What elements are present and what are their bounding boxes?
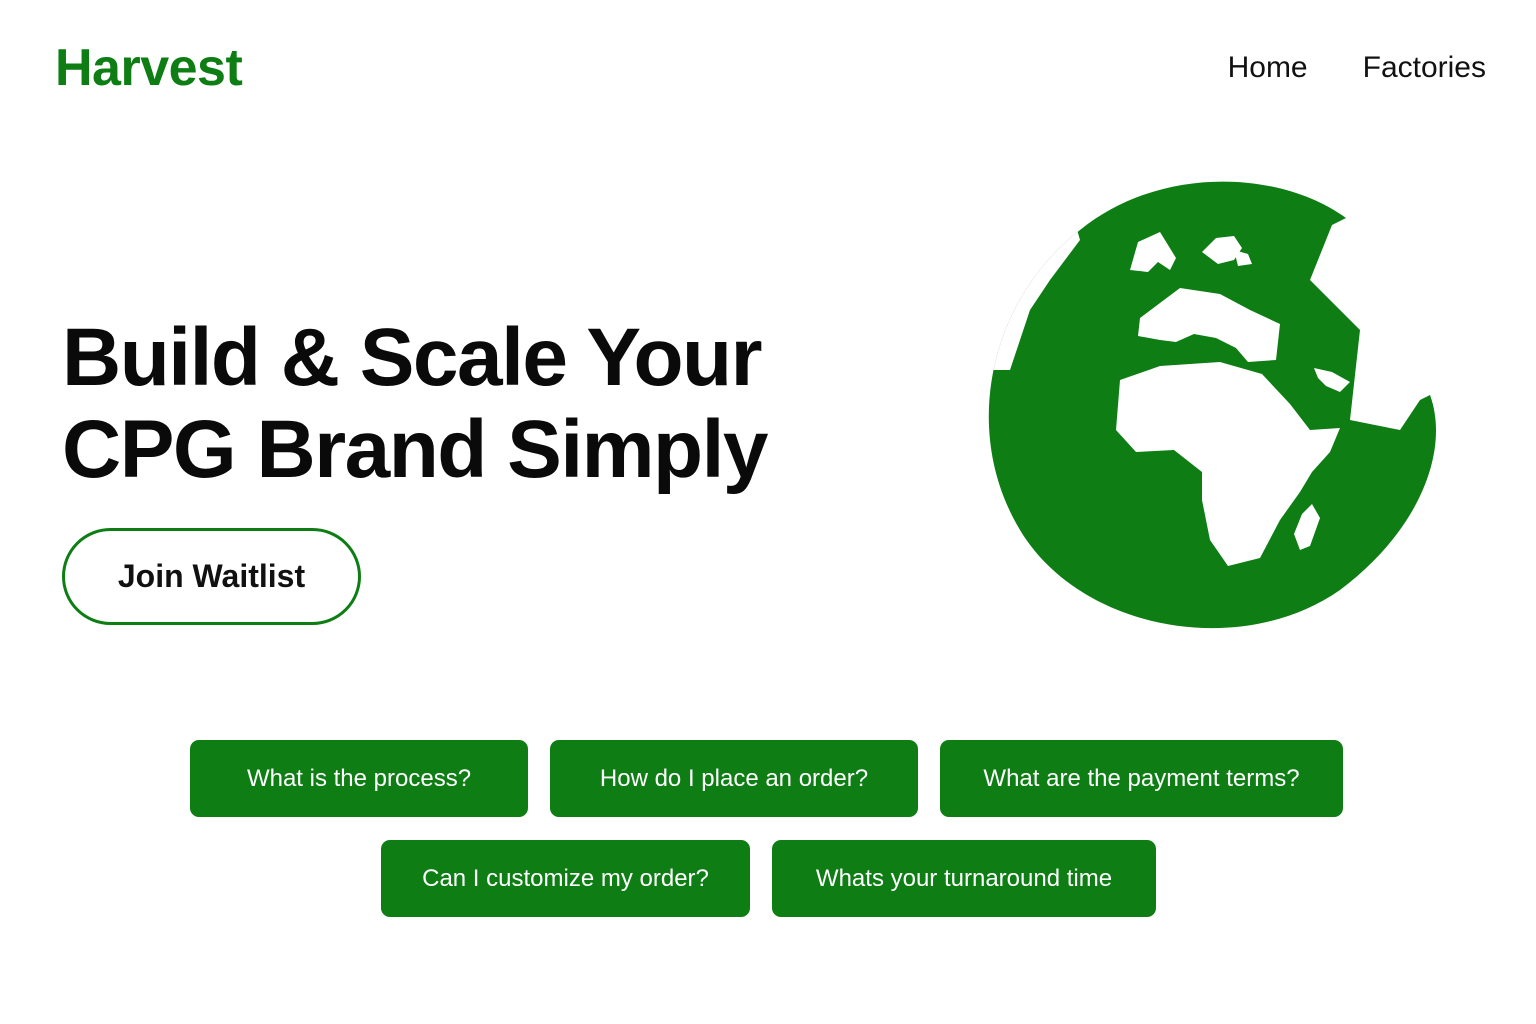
faq-button-process[interactable]: What is the process? — [190, 740, 528, 817]
landing-page: Harvest Home Factories Build & Scale You… — [0, 0, 1536, 1024]
nav-link-factories[interactable]: Factories — [1363, 50, 1486, 86]
faq-button-place-order[interactable]: How do I place an order? — [550, 740, 918, 817]
brand-logo[interactable]: Harvest — [55, 39, 243, 97]
hero-title-line-2: CPG Brand Simply — [62, 404, 769, 495]
faq-row-1: What is the process? How do I place an o… — [190, 740, 1343, 817]
join-waitlist-button[interactable]: Join Waitlist — [62, 528, 361, 625]
faq-button-payment-terms[interactable]: What are the payment terms? — [940, 740, 1343, 817]
nav-link-home[interactable]: Home — [1228, 50, 1308, 86]
faq-button-turnaround[interactable]: Whats your turnaround time — [772, 840, 1156, 917]
faq-row-2: Can I customize my order? Whats your tur… — [381, 840, 1156, 917]
top-nav: Home Factories — [1228, 50, 1486, 86]
hero-title-line-1: Build & Scale Your — [62, 312, 763, 403]
globe-icon — [988, 181, 1436, 629]
faq-button-customize[interactable]: Can I customize my order? — [381, 840, 750, 917]
hero-title: Build & Scale Your CPG Brand Simply — [62, 312, 842, 496]
